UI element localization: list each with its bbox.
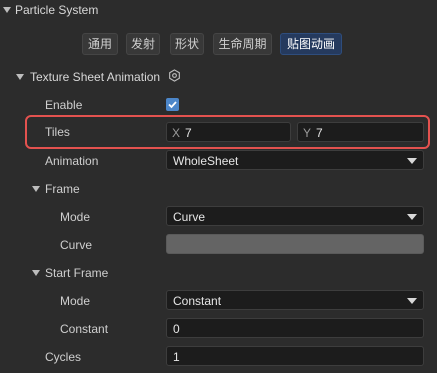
animation-select[interactable]: WholeSheet [166,150,424,170]
frame-mode-row: Mode Curve [0,203,437,231]
cycles-label: Cycles [45,350,82,364]
enable-checkbox[interactable] [166,98,179,111]
tab-shape[interactable]: 形状 [170,33,204,55]
particle-system-header[interactable]: Particle System [0,0,437,28]
tab-texture-animation[interactable]: 贴图动画 [280,33,342,55]
tiles-y-value[interactable]: 7 [316,126,323,140]
animation-label: Animation [45,154,99,168]
tab-lifetime[interactable]: 生命周期 [213,33,272,55]
chevron-down-icon [407,298,417,304]
x-prefix: X [172,126,181,140]
enable-label: Enable [45,98,83,112]
frame-title: Frame [45,182,80,196]
frame-curve-row: Curve [0,231,437,259]
start-frame-title: Start Frame [45,266,109,280]
chevron-down-icon [407,158,417,164]
collapse-arrow-icon[interactable] [16,74,24,80]
curve-editor-swatch[interactable] [166,234,424,254]
chevron-down-icon [407,214,417,220]
start-frame-constant-field[interactable]: 0 [166,318,424,338]
start-frame-mode-row: Mode Constant [0,287,437,315]
texture-sheet-animation-header[interactable]: Texture Sheet Animation [0,63,437,91]
tiles-x-value[interactable]: 7 [185,126,192,140]
tab-general[interactable]: 通用 [82,33,118,55]
start-frame-constant-row: Constant 0 [0,315,437,343]
start-frame-constant-value[interactable]: 0 [173,322,180,336]
tiles-x-field[interactable]: X 7 [166,122,291,142]
start-frame-mode-label: Mode [60,294,91,308]
particle-system-title: Particle System [15,3,99,17]
tab-emission[interactable]: 发射 [126,33,160,55]
collapse-arrow-icon[interactable] [32,186,40,192]
collapse-arrow-icon[interactable] [3,7,11,13]
cycles-field[interactable]: 1 [166,346,424,366]
cycles-value[interactable]: 1 [173,350,180,364]
animation-value: WholeSheet [173,154,239,168]
frame-mode-select[interactable]: Curve [166,206,424,226]
frame-mode-value: Curve [173,210,206,224]
y-prefix: Y [303,126,312,140]
collapse-arrow-icon[interactable] [32,270,40,276]
section-title: Texture Sheet Animation [30,70,161,84]
start-frame-mode-value: Constant [173,294,222,308]
tiles-label: Tiles [45,125,70,139]
checkmark-icon [168,101,177,109]
settings-icon[interactable] [168,69,181,82]
cycles-row: Cycles 1 [0,343,437,371]
frame-mode-label: Mode [60,210,91,224]
start-frame-constant-label: Constant [60,322,109,336]
frame-header[interactable]: Frame [0,175,437,203]
animation-row: Animation WholeSheet [0,147,437,175]
frame-curve-label: Curve [60,238,93,252]
tiles-y-field[interactable]: Y 7 [297,122,424,142]
start-frame-header[interactable]: Start Frame [0,259,437,287]
tiles-row: Tiles X 7 Y 7 [0,118,437,146]
start-frame-mode-select[interactable]: Constant [166,290,424,310]
